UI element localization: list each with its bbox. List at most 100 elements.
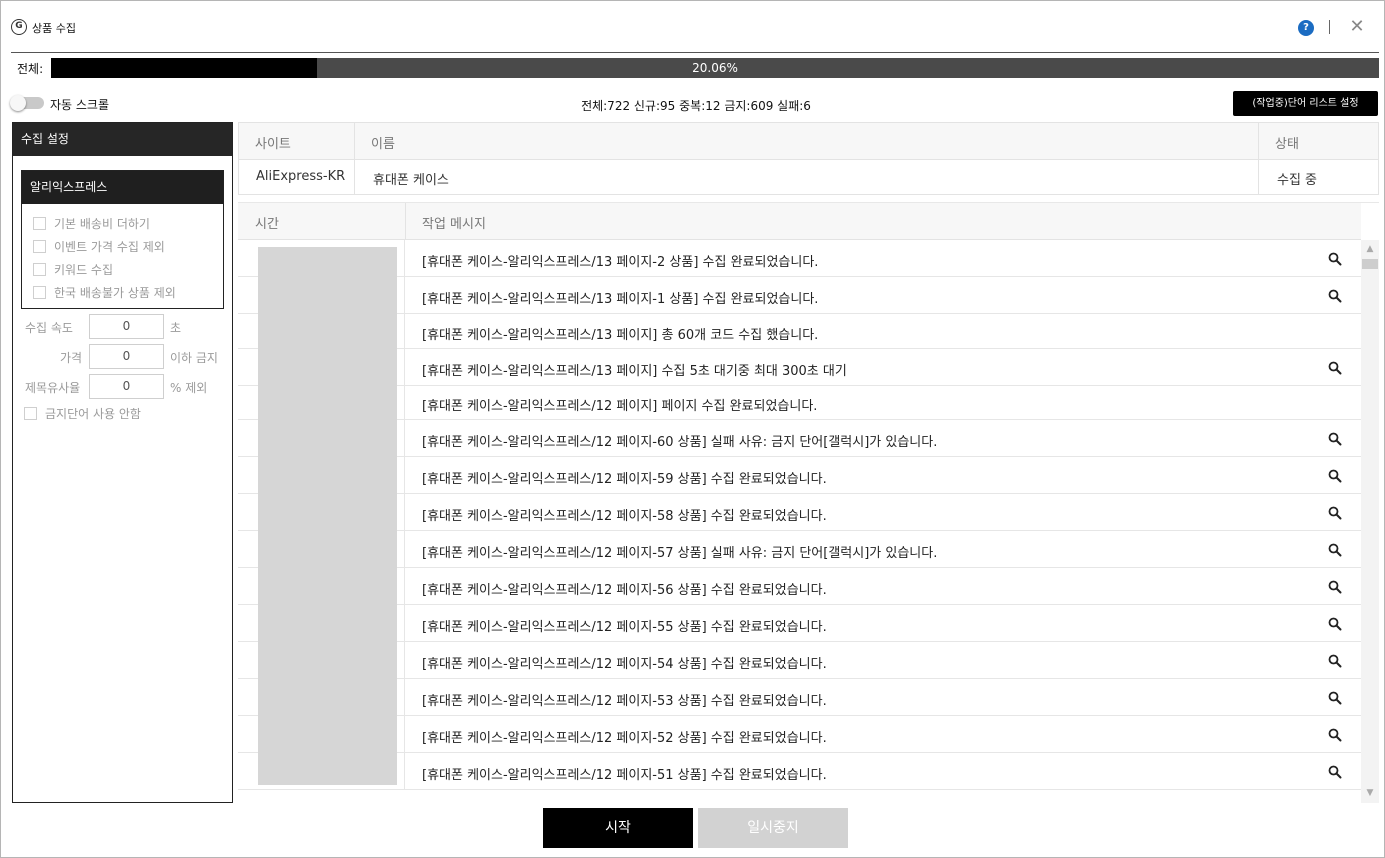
search-icon[interactable] bbox=[1328, 654, 1342, 668]
log-row: [휴대폰 케이스-알리익스프레스/13 페이지-2 상품] 수집 완료되었습니다… bbox=[238, 240, 1361, 277]
progress-percent: 20.06% bbox=[692, 61, 738, 75]
option-label: 이벤트 가격 수집 제외 bbox=[54, 239, 165, 254]
start-button[interactable]: 시작 bbox=[543, 808, 693, 848]
word-list-settings-button[interactable]: (작업중)단어 리스트 설정 bbox=[1233, 91, 1378, 116]
option-label: 한국 배송불가 상품 제외 bbox=[54, 285, 176, 300]
header-site: 사이트 bbox=[255, 137, 291, 152]
log-scrollbar[interactable]: ▲ ▼ bbox=[1361, 240, 1379, 803]
search-icon[interactable] bbox=[1328, 361, 1342, 375]
log-row: [휴대폰 케이스-알리익스프레스/12 페이지] 페이지 수집 완료되었습니다. bbox=[238, 386, 1361, 420]
log-message: [휴대폰 케이스-알리익스프레스/13 페이지-2 상품] 수집 완료되었습니다… bbox=[422, 255, 819, 270]
option-add-shipping[interactable]: 기본 배송비 더하기 bbox=[33, 214, 150, 232]
log-table-header: 시간 작업 메시지 bbox=[238, 203, 1361, 240]
log-message: [휴대폰 케이스-알리익스프레스/13 페이지] 수집 5초 대기중 최대 30… bbox=[422, 364, 847, 379]
redacted-time-column bbox=[258, 247, 397, 785]
option-label: 금지단어 사용 안함 bbox=[45, 406, 141, 421]
search-icon[interactable] bbox=[1328, 543, 1342, 557]
product-collection-window: G 상품 수집 ? ✕ 전체: 20.06% 자동 스크롤 전체:722 신규:… bbox=[0, 0, 1385, 858]
site-table-header: 사이트 이름 상태 bbox=[239, 123, 1378, 160]
log-row: [휴대폰 케이스-알리익스프레스/13 페이지-1 상품] 수집 완료되었습니다… bbox=[238, 277, 1361, 314]
checkbox[interactable] bbox=[33, 262, 46, 276]
log-message: [휴대폰 케이스-알리익스프레스/12 페이지-55 상품] 수집 완료되었습니… bbox=[422, 620, 827, 635]
option-no-banned-words[interactable]: 금지단어 사용 안함 bbox=[24, 404, 141, 422]
log-row: [휴대폰 케이스-알리익스프레스/12 페이지-51 상품] 수집 완료되었습니… bbox=[238, 753, 1361, 790]
log-message: [휴대폰 케이스-알리익스프레스/13 페이지] 총 60개 코드 수집 했습니… bbox=[422, 328, 819, 343]
settings-header: 수집 설정 bbox=[13, 123, 232, 156]
app-logo-icon: G bbox=[11, 19, 27, 35]
search-icon[interactable] bbox=[1328, 289, 1342, 303]
status-value: 수집 중 bbox=[1277, 173, 1318, 188]
overall-progress-bar: 20.06% bbox=[51, 58, 1379, 78]
log-message: [휴대폰 케이스-알리익스프레스/12 페이지-57 상품] 실패 사유: 금지… bbox=[422, 546, 938, 561]
log-row: [휴대폰 케이스-알리익스프레스/13 페이지] 수집 5초 대기중 최대 30… bbox=[238, 349, 1361, 386]
checkbox[interactable] bbox=[24, 406, 37, 420]
speed-unit: 초 bbox=[170, 321, 182, 335]
log-row: [휴대폰 케이스-알리익스프레스/13 페이지] 총 60개 코드 수집 했습니… bbox=[238, 314, 1361, 349]
option-label: 키워드 수집 bbox=[54, 262, 114, 277]
header-message: 작업 메시지 bbox=[422, 217, 486, 232]
search-icon[interactable] bbox=[1328, 432, 1342, 446]
search-icon[interactable] bbox=[1328, 765, 1342, 779]
checkbox[interactable] bbox=[33, 239, 46, 253]
option-exclude-event-price[interactable]: 이벤트 가격 수집 제외 bbox=[33, 237, 165, 255]
option-label: 기본 배송비 더하기 bbox=[54, 216, 150, 231]
scroll-thumb[interactable] bbox=[1362, 259, 1378, 269]
job-log-table: 시간 작업 메시지 [휴대폰 케이스-알리익스프레스/13 페이지-2 상품] … bbox=[238, 202, 1379, 803]
title-divider bbox=[1329, 20, 1330, 34]
checkbox[interactable] bbox=[33, 285, 46, 299]
log-message: [휴대폰 케이스-알리익스프레스/12 페이지-60 상품] 실패 사유: 금지… bbox=[422, 435, 938, 450]
option-keyword-collection[interactable]: 키워드 수집 bbox=[33, 260, 113, 278]
search-icon[interactable] bbox=[1328, 252, 1342, 266]
option-exclude-no-korea-shipping[interactable]: 한국 배송불가 상품 제외 bbox=[33, 283, 176, 301]
log-rows: [휴대폰 케이스-알리익스프레스/13 페이지-2 상품] 수집 완료되었습니다… bbox=[238, 240, 1361, 803]
progress-label: 전체: bbox=[17, 62, 44, 76]
collection-settings-panel: 수집 설정 알리익스프레스 기본 배송비 더하기 이벤트 가격 수집 제외 키워… bbox=[12, 122, 233, 803]
column-divider bbox=[405, 203, 406, 240]
aliexpress-options-group: 알리익스프레스 기본 배송비 더하기 이벤트 가격 수집 제외 키워드 수집 한… bbox=[21, 170, 224, 309]
header-name: 이름 bbox=[371, 137, 395, 152]
similarity-unit: % 제외 bbox=[170, 381, 208, 395]
group-title: 알리익스프레스 bbox=[22, 171, 223, 204]
price-unit: 이하 금지 bbox=[170, 351, 218, 365]
log-message: [휴대폰 케이스-알리익스프레스/12 페이지-53 상품] 수집 완료되었습니… bbox=[422, 694, 827, 709]
column-divider bbox=[354, 123, 355, 194]
log-message: [휴대폰 케이스-알리익스프레스/12 페이지] 페이지 수집 완료되었습니다. bbox=[422, 399, 818, 414]
checkbox[interactable] bbox=[33, 216, 46, 230]
close-icon[interactable]: ✕ bbox=[1348, 16, 1366, 38]
collection-stats: 전체:722 신규:95 중복:12 금지:609 실패:6 bbox=[581, 99, 811, 113]
search-icon[interactable] bbox=[1328, 617, 1342, 631]
auto-scroll-label: 자동 스크롤 bbox=[50, 98, 110, 112]
toggle-knob bbox=[10, 95, 26, 111]
log-row: [휴대폰 케이스-알리익스프레스/12 페이지-56 상품] 수집 완료되었습니… bbox=[238, 568, 1361, 605]
pause-button[interactable]: 일시중지 bbox=[698, 808, 848, 848]
log-row: [휴대폰 케이스-알리익스프레스/12 페이지-60 상품] 실패 사유: 금지… bbox=[238, 420, 1361, 457]
site-value: AliExpress-KR bbox=[256, 169, 346, 184]
search-icon[interactable] bbox=[1328, 469, 1342, 483]
window-title: 상품 수집 bbox=[32, 22, 76, 35]
search-icon[interactable] bbox=[1328, 580, 1342, 594]
title-divider-line bbox=[11, 52, 1379, 53]
scroll-down-arrow-icon[interactable]: ▼ bbox=[1361, 786, 1379, 800]
price-label: 가격 bbox=[60, 351, 83, 365]
log-row: [휴대폰 케이스-알리익스프레스/12 페이지-57 상품] 실패 사유: 금지… bbox=[238, 531, 1361, 568]
log-row: [휴대폰 케이스-알리익스프레스/12 페이지-55 상품] 수집 완료되었습니… bbox=[238, 605, 1361, 642]
log-message: [휴대폰 케이스-알리익스프레스/12 페이지-59 상품] 수집 완료되었습니… bbox=[422, 472, 827, 487]
search-icon[interactable] bbox=[1328, 691, 1342, 705]
log-row: [휴대폰 케이스-알리익스프레스/12 페이지-58 상품] 수집 완료되었습니… bbox=[238, 494, 1361, 531]
price-input[interactable]: 0 bbox=[89, 344, 164, 369]
speed-label: 수집 속도 bbox=[25, 321, 73, 335]
auto-scroll-toggle[interactable] bbox=[10, 95, 44, 111]
similarity-label: 제목유사율 bbox=[25, 381, 81, 395]
similarity-input[interactable]: 0 bbox=[89, 374, 164, 399]
log-message: [휴대폰 케이스-알리익스프레스/12 페이지-56 상품] 수집 완료되었습니… bbox=[422, 583, 827, 598]
search-icon[interactable] bbox=[1328, 728, 1342, 742]
speed-input[interactable]: 0 bbox=[89, 314, 164, 339]
log-message: [휴대폰 케이스-알리익스프레스/12 페이지-51 상품] 수집 완료되었습니… bbox=[422, 768, 827, 783]
search-icon[interactable] bbox=[1328, 506, 1342, 520]
help-icon[interactable]: ? bbox=[1298, 20, 1314, 36]
scroll-up-arrow-icon[interactable]: ▲ bbox=[1361, 242, 1379, 256]
column-divider bbox=[1258, 123, 1259, 194]
title-bar: G 상품 수집 ? ✕ bbox=[1, 1, 1384, 45]
site-table: 사이트 이름 상태 AliExpress-KR 휴대폰 케이스 수집 중 bbox=[238, 122, 1379, 195]
log-row: [휴대폰 케이스-알리익스프레스/12 페이지-52 상품] 수집 완료되었습니… bbox=[238, 716, 1361, 753]
